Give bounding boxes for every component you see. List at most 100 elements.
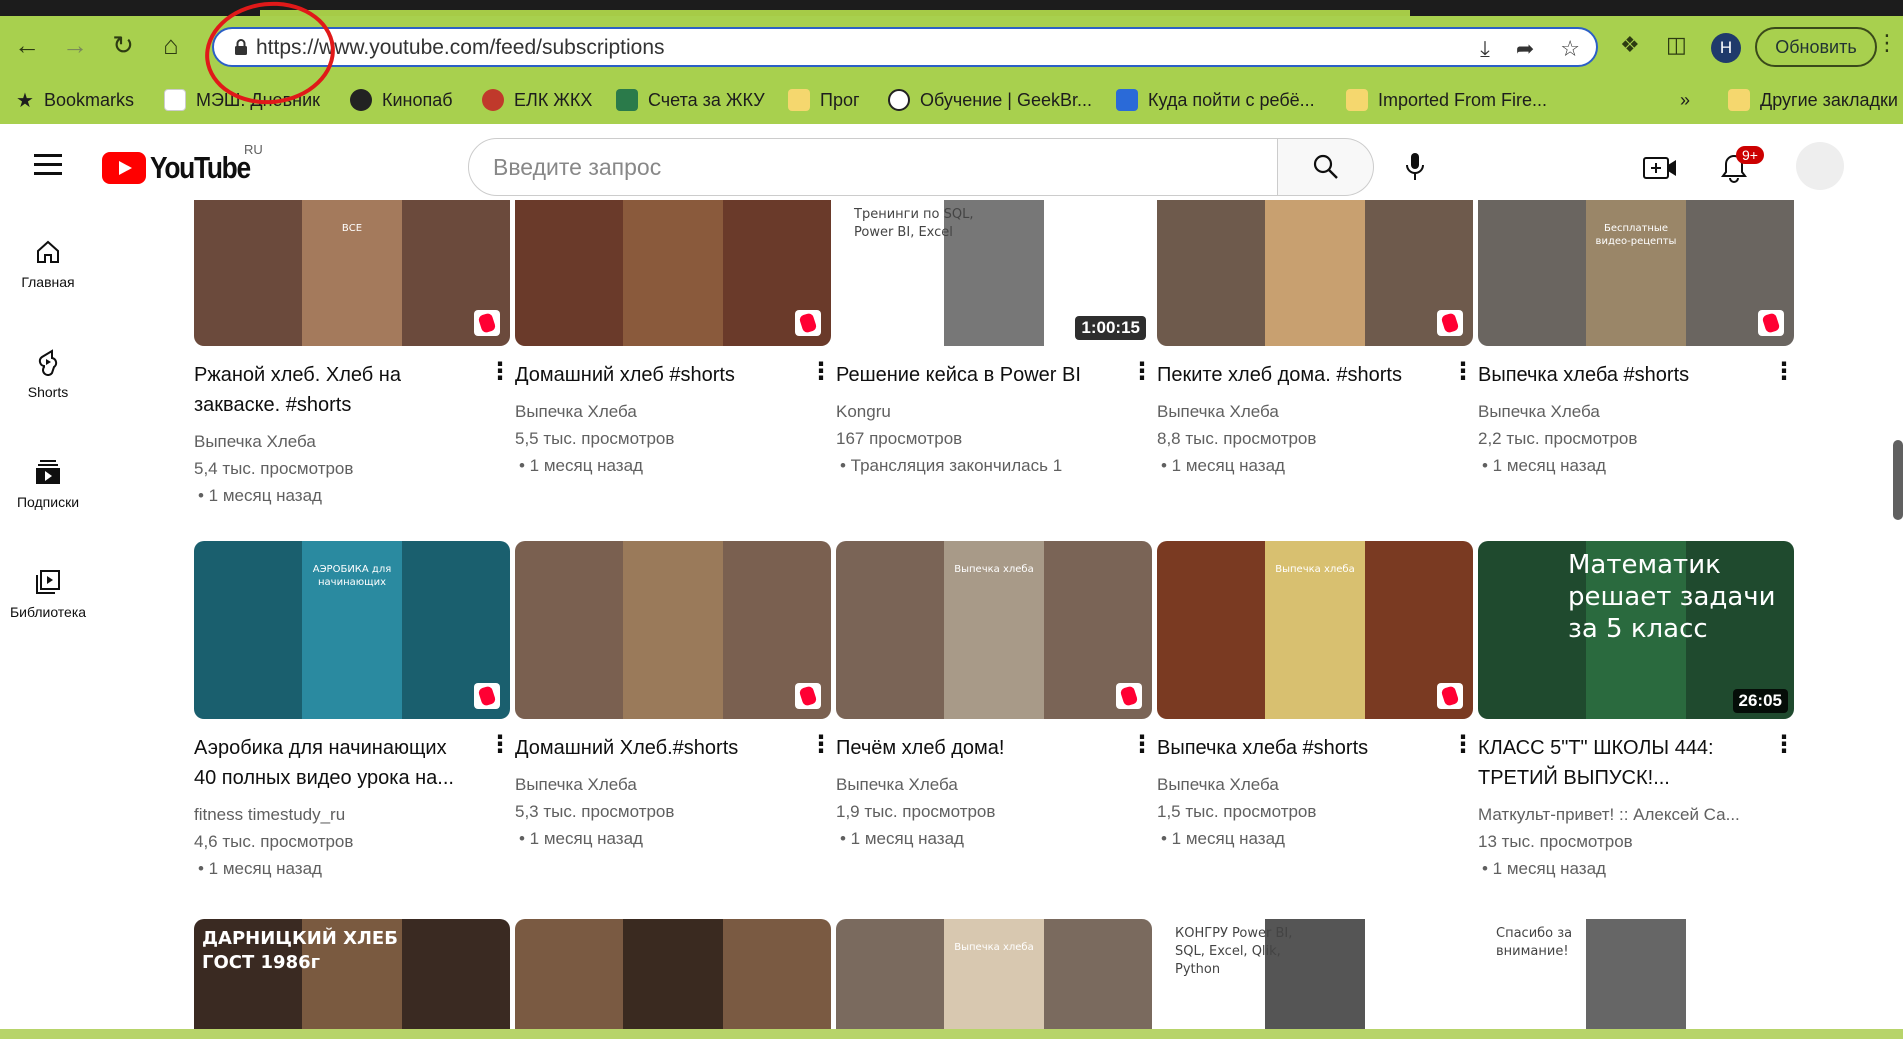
sidebar-item-shorts[interactable]: Shorts [0, 348, 96, 400]
sidebar-item-home[interactable]: Главная [0, 238, 96, 290]
shorts-badge-icon [474, 683, 500, 709]
channel-name[interactable]: Выпечка Хлеба [1157, 771, 1473, 798]
channel-name[interactable]: Выпечка Хлеба [515, 398, 831, 425]
video-thumbnail[interactable] [515, 919, 831, 1031]
video-title[interactable]: Домашний Хлеб.#shorts [515, 733, 795, 763]
video-thumbnail[interactable] [515, 541, 831, 719]
bookmark-item[interactable]: Куда пойти с ребё... [1116, 78, 1315, 122]
bookmark-item[interactable]: Прог [788, 78, 860, 122]
search-input[interactable]: Введите запрос [468, 138, 1278, 196]
star-icon: ★ [16, 89, 34, 112]
video-thumbnail[interactable]: Выпечка хлеба [836, 919, 1152, 1031]
youtube-logo[interactable]: YouTube RU [102, 142, 268, 186]
address-bar[interactable]: https://www.youtube.com/feed/subscriptio… [212, 27, 1598, 67]
diary-icon [164, 89, 186, 111]
extensions-icon[interactable]: ❖ [1620, 32, 1640, 58]
video-title[interactable]: Пеките хлеб дома. #shorts [1157, 360, 1437, 390]
menu-icon[interactable] [34, 154, 62, 176]
bookmark-item[interactable]: Счета за ЖКУ [616, 78, 765, 122]
voice-search-button[interactable] [1398, 150, 1432, 184]
video-thumbnail[interactable]: Выпечка хлеба [1157, 541, 1473, 719]
video-metadata: Выпечка Хлеба 2,2 тыс. просмотров • 1 меся… [1478, 398, 1794, 479]
video-title[interactable]: Печём хлеб дома! [836, 733, 1116, 763]
video-thumbnail[interactable]: ВСЕ [194, 200, 510, 346]
video-thumbnail[interactable]: АЭРОБИКА для начинающих [194, 541, 510, 719]
forward-icon[interactable]: → [60, 30, 90, 60]
youtube-header: YouTube RU Введите запрос 9+ [0, 124, 1903, 208]
channel-name[interactable]: Kongru [836, 398, 1152, 425]
page-scrollbar[interactable] [1893, 440, 1903, 520]
account-avatar[interactable] [1796, 142, 1844, 190]
shorts-badge-icon [795, 683, 821, 709]
folder-icon [788, 89, 810, 111]
video-title[interactable]: Аэробика для начинающих 40 полных видео … [194, 733, 474, 793]
more-actions-icon[interactable]: ⋮ [488, 733, 512, 757]
side-panel-icon[interactable]: ◫ [1666, 32, 1687, 58]
thumbnail-caption: КОНГРУ Power BI, SQL, Excel, Qlik, Pytho… [1175, 926, 1293, 977]
video-thumbnail[interactable] [1157, 200, 1473, 346]
channel-name[interactable]: Выпечка Хлеба [1478, 398, 1794, 425]
youtube-play-icon [102, 152, 146, 184]
video-title[interactable]: КЛАСС 5"Т" ШКОЛЫ 444: ТРЕТИЙ ВЫПУСК!... [1478, 733, 1758, 793]
video-metadata: Выпечка Хлеба 1,5 тыс. просмотров • 1 меся… [1157, 771, 1473, 852]
more-actions-icon[interactable]: ⋮ [488, 360, 512, 384]
channel-name[interactable]: Маткульт-привет! :: Алексей Са... [1478, 801, 1794, 828]
back-icon[interactable]: ← [12, 30, 42, 60]
video-title[interactable]: Ржаной хлеб. Хлеб на закваске. #shorts [194, 360, 474, 420]
bookmark-item[interactable]: Imported From Fire... [1346, 78, 1547, 122]
more-actions-icon[interactable]: ⋮ [1772, 733, 1796, 757]
channel-name[interactable]: Выпечка Хлеба [515, 771, 831, 798]
channel-name[interactable]: fitness timestudy_ru [194, 801, 510, 828]
video-thumbnail[interactable] [515, 200, 831, 346]
bookmarks-overflow[interactable]: » [1680, 78, 1690, 122]
more-actions-icon[interactable]: ⋮ [1772, 360, 1796, 384]
thumbnail-image [623, 541, 723, 719]
update-button[interactable]: Обновить [1755, 27, 1877, 67]
folder-icon [1346, 89, 1368, 111]
sidebar-item-library[interactable]: Библиотека [0, 568, 96, 620]
more-actions-icon[interactable]: ⋮ [1451, 360, 1475, 384]
more-actions-icon[interactable]: ⋮ [809, 733, 833, 757]
video-title[interactable]: Домашний хлеб #shorts [515, 360, 795, 390]
video-thumbnail[interactable]: ДАРНИЦКИЙ ХЛЕБ ГОСТ 1986г [194, 919, 510, 1031]
bookmark-item[interactable]: ЕЛК ЖКХ [482, 78, 592, 122]
video-title[interactable]: Выпечка хлеба #shorts [1157, 733, 1437, 763]
video-thumbnail[interactable]: Бесплатные видео-рецепты [1478, 200, 1794, 346]
browser-menu-icon[interactable]: ⋮ [1876, 30, 1898, 56]
sidebar-item-subscriptions[interactable]: Подписки [0, 458, 96, 510]
video-thumbnail[interactable]: Спасибо за внимание! [1478, 919, 1794, 1031]
thumbnail-caption: ВСЕ [341, 223, 363, 234]
video-thumbnail[interactable]: Математик решает задачи за 5 класс 26:05 [1478, 541, 1794, 719]
profile-avatar[interactable]: Н [1711, 33, 1741, 63]
more-actions-icon[interactable]: ⋮ [1130, 733, 1154, 757]
create-button[interactable] [1640, 148, 1680, 188]
bookmark-item[interactable]: Другие закладки [1728, 78, 1898, 122]
channel-name[interactable]: Выпечка Хлеба [1157, 398, 1473, 425]
more-actions-icon[interactable]: ⋮ [1130, 360, 1154, 384]
published-time: • 1 месяц назад [1161, 456, 1285, 475]
bookmark-star-icon[interactable]: ☆ [1560, 36, 1580, 62]
install-app-icon[interactable]: ⤓ [1480, 36, 1490, 62]
bookmark-item[interactable]: ★ Bookmarks [16, 78, 134, 122]
view-count: 5,5 тыс. просмотров [515, 429, 675, 448]
search-button[interactable] [1278, 138, 1374, 196]
more-actions-icon[interactable]: ⋮ [1451, 733, 1475, 757]
home-icon[interactable]: ⌂ [156, 30, 186, 60]
reload-icon[interactable]: ↻ [108, 30, 138, 60]
channel-name[interactable]: Выпечка Хлеба [836, 771, 1152, 798]
video-title[interactable]: Выпечка хлеба #shorts [1478, 360, 1758, 390]
bookmark-item[interactable]: Обучение | GeekBr... [888, 78, 1092, 122]
video-thumbnail[interactable]: Выпечка хлеба [836, 541, 1152, 719]
video-metadata: Kongru 167 просмотров • Трансляция закончи… [836, 398, 1152, 479]
thumbnail-caption: Бесплатные видео-рецепты [1595, 223, 1677, 247]
video-thumbnail[interactable]: КОНГРУ Power BI, SQL, Excel, Qlik, Pytho… [1157, 919, 1473, 1031]
subscriptions-icon [36, 460, 60, 484]
view-count: 8,8 тыс. просмотров [1157, 429, 1317, 448]
video-title[interactable]: Решение кейса в Power BI [836, 360, 1116, 390]
share-icon[interactable]: ➦ [1516, 36, 1534, 62]
video-metadata: Выпечка Хлеба 1,9 тыс. просмотров • 1 меся… [836, 771, 1152, 852]
more-actions-icon[interactable]: ⋮ [809, 360, 833, 384]
channel-name[interactable]: Выпечка Хлеба [194, 428, 510, 455]
bookmark-item[interactable]: Кинопаб [350, 78, 453, 122]
video-thumbnail[interactable]: Тренинги по SQL, Power BI, Excel 1:00:15 [836, 200, 1152, 346]
